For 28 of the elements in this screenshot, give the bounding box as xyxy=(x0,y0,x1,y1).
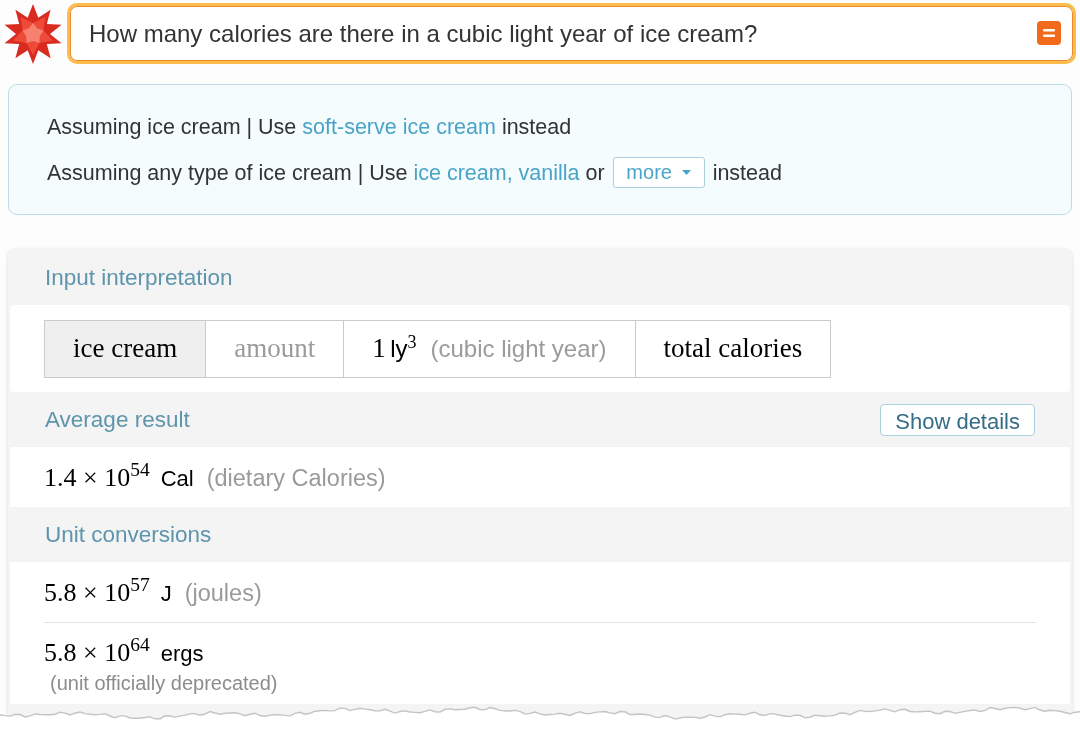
unit-note: (cubic light year) xyxy=(430,333,607,364)
assumption-text: Assuming ice cream | Use soft-serve ice cream instead xyxy=(47,113,572,141)
more-dropdown[interactable]: more xyxy=(612,156,705,188)
assumption-link[interactable]: ice cream, vanilla xyxy=(413,160,580,185)
assumption-link[interactable]: soft-serve ice cream xyxy=(302,114,496,139)
search-field[interactable]: How many calories are there in a cubic light year of ice cream? xyxy=(67,3,1076,64)
pod-title: Unit conversions xyxy=(45,520,212,549)
unit-note: (unit officially deprecated) xyxy=(49,672,278,694)
interpretation-cell: total calories xyxy=(634,319,832,378)
star-logo-icon xyxy=(3,3,63,64)
interpretation-cell: ice cream xyxy=(44,319,207,378)
interpretation-cell: amount xyxy=(205,319,345,378)
assumption-text: Assuming any type of ice cream | Use ice cream, vanilla or more instead xyxy=(47,149,782,196)
unit-note: (joules) xyxy=(184,578,262,608)
result-value: 5.8 × 10$^{57}$ xyxy=(44,572,150,609)
unit-note: (dietary Calories) xyxy=(206,463,386,493)
pod-title: Average result xyxy=(45,405,190,434)
unit-label: Cal xyxy=(160,464,194,493)
pod-title: Input interpretation xyxy=(45,263,233,292)
equals-button[interactable] xyxy=(1037,21,1061,45)
show-details-button[interactable]: Show details xyxy=(880,403,1035,436)
unit-label: J xyxy=(160,579,172,608)
result-value: 5.8 × 10$^{64}$ xyxy=(44,633,150,669)
quantity-value: 1 ly$^{3}$ xyxy=(372,331,417,366)
unit-label: ergs xyxy=(160,640,204,668)
caret-icon xyxy=(681,169,691,175)
equals-icon xyxy=(1037,21,1061,45)
result-value: 1.4 × 10$^{54}$ xyxy=(44,457,150,494)
